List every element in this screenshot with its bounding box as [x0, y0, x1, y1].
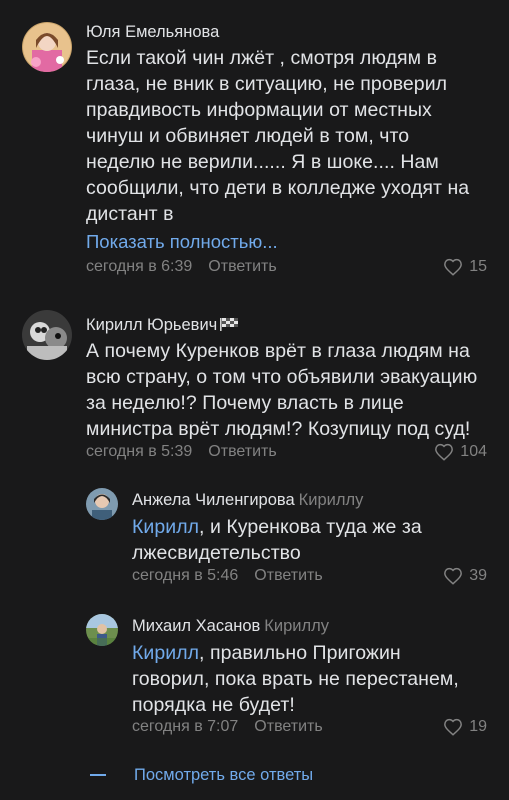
reply-meta: сегодня в 7:07 Ответить [132, 717, 323, 737]
author-name[interactable]: Анжела Чиленгирова [132, 491, 295, 509]
reply-button[interactable]: Ответить [254, 567, 322, 584]
comment-text: А почему Куренков врёт в глаза людям на … [86, 338, 477, 442]
heart-icon [444, 718, 463, 736]
text-line: Если такой чин лжёт , смотря людям в [86, 47, 437, 69]
heart-icon [444, 567, 463, 585]
avatar[interactable] [86, 488, 118, 520]
text-line: лжесвидетельство [132, 542, 301, 564]
text-line: всю страну, о том что объявили эвакуацию [86, 366, 478, 388]
reply-text: Кирилл, правильно Пригожин говорил, пока… [132, 640, 459, 718]
comment-meta: сегодня в 5:39 Ответить [86, 442, 277, 462]
avatar[interactable] [22, 22, 72, 72]
author-name[interactable]: Юля Емельянова [86, 23, 219, 41]
text-line: за неделю!? Почему власть в лице [86, 392, 404, 414]
user-avatar-outdoor-icon [86, 614, 118, 646]
checkered-flag-icon [220, 318, 239, 331]
text-span: , и Куренкова туда же за [199, 516, 422, 538]
avatar[interactable] [86, 614, 118, 646]
reply-to-label[interactable]: Кириллу [264, 617, 329, 635]
reply-button[interactable]: Ответить [208, 443, 276, 460]
like-count: 39 [469, 567, 487, 584]
like-count: 104 [460, 443, 487, 460]
text-line: неделю не верили...... Я в шоке.... Нам [86, 151, 439, 173]
author-row: Кирилл Юрьевич [86, 315, 239, 335]
reply-button[interactable]: Ответить [254, 718, 322, 735]
author-row: Юля Емельянова [86, 22, 219, 42]
view-all-replies-label: Посмотреть все ответы [134, 766, 314, 784]
comment-text: Если такой чин лжёт , смотря людям в гла… [86, 45, 469, 227]
text-line: А почему Куренков врёт в глаза людям на [86, 340, 470, 362]
text-span: , правильно Пригожин [199, 642, 401, 664]
comment-meta: сегодня в 6:39 Ответить [86, 257, 277, 277]
avatar[interactable] [22, 310, 72, 360]
timestamp: сегодня в 7:07 [132, 718, 239, 735]
like-count: 15 [469, 258, 487, 275]
reply-meta: сегодня в 5:46 Ответить [132, 566, 323, 586]
text-line: Кирилл, и Куренкова туда же за [132, 514, 422, 540]
user-avatar-photo-icon [86, 488, 118, 520]
text-line: министра врёт людям!? Козупицу под суд! [86, 418, 471, 440]
mention-link[interactable]: Кирилл [132, 642, 199, 664]
author-row: Анжела Чиленгирова Кириллу [132, 490, 363, 510]
mention-link[interactable]: Кирилл [132, 516, 199, 538]
author-name[interactable]: Кирилл Юрьевич [86, 316, 217, 334]
text-line: сообщили, что дети в колледже уходят на [86, 177, 470, 199]
timestamp: сегодня в 6:39 [86, 258, 193, 275]
author-name[interactable]: Михаил Хасанов [132, 617, 260, 635]
view-all-replies-button[interactable]: Посмотреть все ответы [90, 764, 313, 786]
dash-icon [90, 774, 106, 776]
heart-icon [444, 258, 463, 276]
user-avatar-pink-icon [22, 22, 72, 72]
timestamp: сегодня в 5:46 [132, 567, 239, 584]
like-button[interactable]: 19 [443, 717, 487, 737]
text-line: глаза, не вник в ситуацию, не проверил [86, 73, 448, 95]
reply-button[interactable]: Ответить [208, 258, 276, 275]
text-line: говорил, пока врать не перестанем, [132, 668, 459, 690]
text-line: правдивость информации от местных [86, 99, 432, 121]
heart-icon [435, 443, 454, 461]
text-line: чинуш и обвиняет людей в том, что [86, 125, 410, 147]
like-button[interactable]: 39 [443, 566, 487, 586]
text-line: дистант в [86, 203, 174, 225]
like-count: 19 [469, 718, 487, 735]
user-avatar-bw-icon [22, 310, 72, 360]
reply-text: Кирилл, и Куренкова туда же за лжесвидет… [132, 514, 422, 566]
author-row: Михаил Хасанов Кириллу [132, 616, 329, 636]
show-more-link[interactable]: Показать полностью... [86, 230, 278, 254]
like-button[interactable]: 15 [443, 257, 487, 277]
like-button[interactable]: 104 [434, 442, 487, 462]
reply-to-label[interactable]: Кириллу [299, 491, 364, 509]
timestamp: сегодня в 5:39 [86, 443, 193, 460]
text-line: порядка не будет! [132, 694, 295, 716]
text-line: Кирилл, правильно Пригожин [132, 640, 459, 666]
